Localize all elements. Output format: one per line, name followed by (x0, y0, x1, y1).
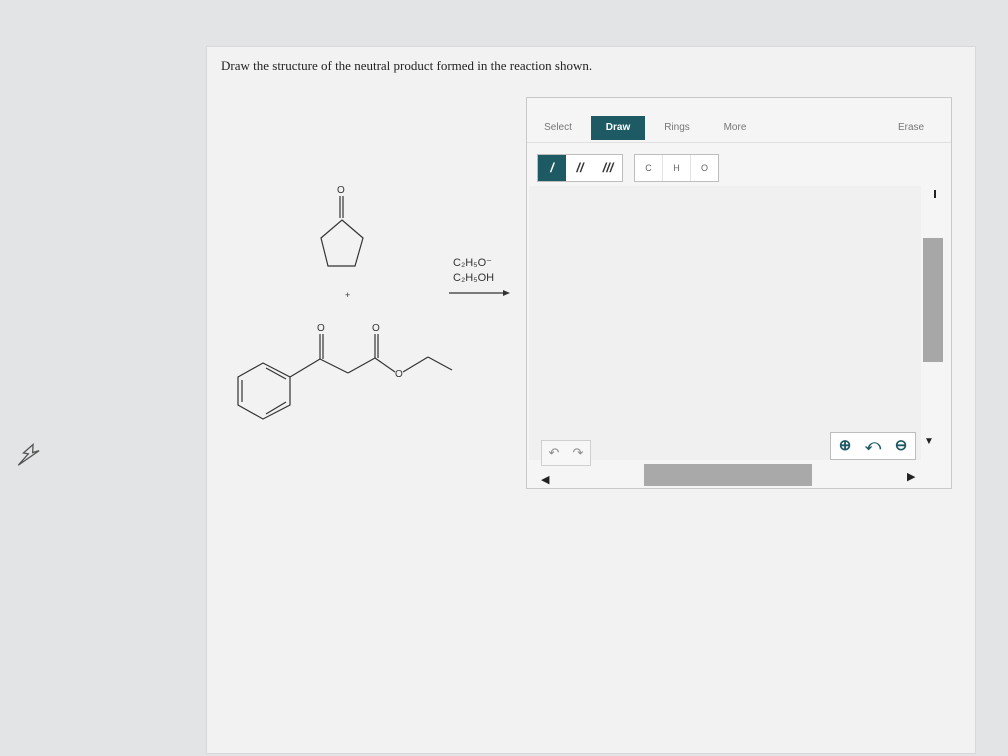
mouse-cursor-icon (18, 443, 40, 466)
history-group: ↶ ↷ (541, 440, 591, 466)
reaction-scheme: O + O O O (237, 185, 453, 420)
reagent-solvent: C₂H₅OH (453, 272, 495, 284)
zoom-reset-icon[interactable]: ⤺ (859, 433, 887, 459)
redo-icon[interactable]: ↷ (566, 441, 590, 465)
reagent-base: C₂H₅O⁻ (453, 257, 492, 269)
scroll-left-arrow-icon[interactable]: ◀ (541, 473, 549, 486)
tab-draw[interactable]: Draw (591, 116, 645, 140)
structure-editor: Select Draw Rings More Erase / // /// C … (526, 97, 952, 489)
editor-tabs: Select Draw Rings More Erase (527, 116, 951, 140)
single-bond-button[interactable]: / (538, 155, 566, 181)
beta-ketoester-structure (237, 334, 453, 420)
vertical-scrollbar-thumb[interactable] (923, 238, 943, 362)
zoom-group: ⊕ ⤺ ⊖ (830, 432, 916, 460)
zoom-in-icon[interactable]: ⊕ (831, 433, 859, 459)
atom-hydrogen-button[interactable]: H (663, 155, 691, 181)
drawing-canvas[interactable] (529, 186, 921, 460)
question-prompt: Draw the structure of the neutral produc… (221, 58, 593, 73)
plus-sign: + (345, 290, 350, 300)
atom-tool-group: C H O (634, 154, 719, 182)
ester-carbonyl-oxygen-label: O (372, 323, 380, 334)
zoom-out-icon[interactable]: ⊖ (887, 433, 915, 459)
bond-tool-group: / // /// (537, 154, 623, 182)
toolbar-divider (527, 142, 951, 143)
reaction-arrow (449, 290, 510, 296)
ketone-oxygen-label: O (337, 185, 345, 196)
double-bond-button[interactable]: // (566, 155, 594, 181)
atom-carbon-button[interactable]: C (635, 155, 663, 181)
tab-rings[interactable]: Rings (655, 116, 699, 140)
triple-bond-button[interactable]: /// (594, 155, 622, 181)
zoom-dropdown-caret-icon[interactable]: ▼ (924, 436, 934, 447)
horizontal-scrollbar-thumb[interactable] (644, 464, 812, 486)
vertical-scrollbar-up[interactable] (934, 190, 936, 198)
ester-oxygen-label: O (395, 369, 403, 380)
cyclopentanone-structure (320, 196, 364, 267)
atom-oxygen-button[interactable]: O (691, 155, 718, 181)
scroll-right-arrow-icon[interactable]: ▶ (907, 470, 915, 483)
tab-erase[interactable]: Erase (889, 116, 933, 140)
undo-icon[interactable]: ↶ (542, 441, 566, 465)
tab-select[interactable]: Select (535, 116, 581, 140)
ketone-oxygen-label-2: O (317, 323, 325, 334)
tab-more[interactable]: More (713, 116, 757, 140)
